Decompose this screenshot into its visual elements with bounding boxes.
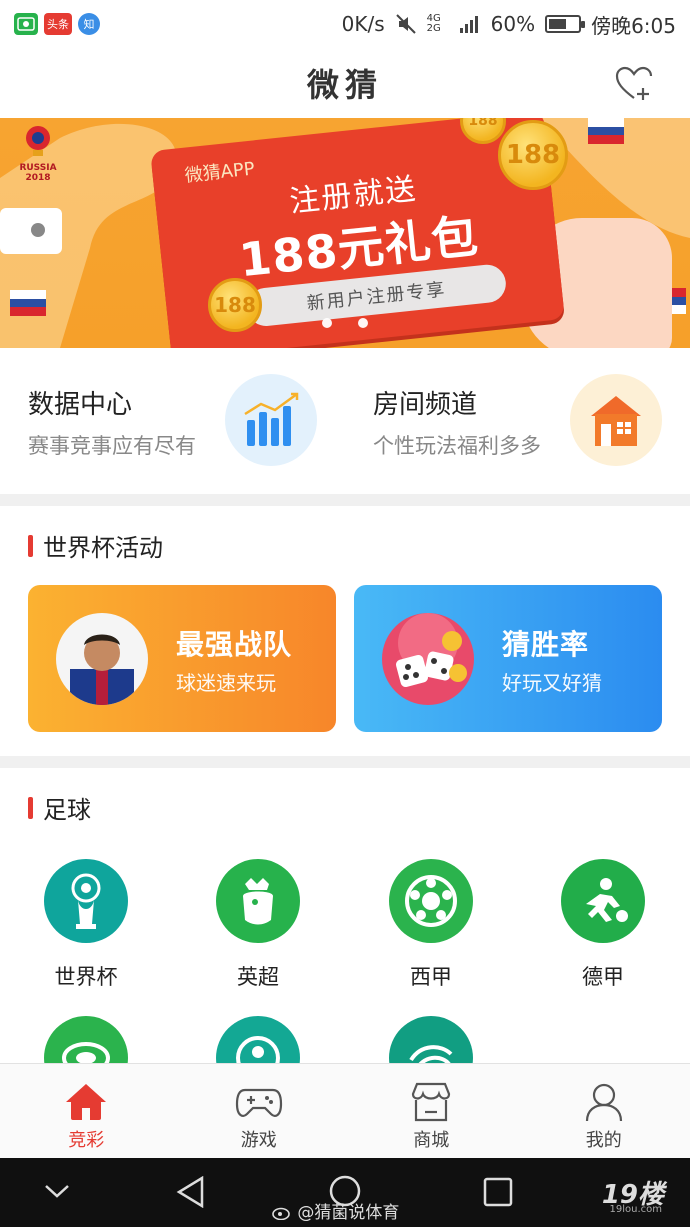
flag-icon <box>588 118 624 144</box>
home-icon <box>66 1084 107 1120</box>
nav-tab-lottery[interactable]: 竞彩 <box>0 1064 173 1158</box>
weibo-icon <box>272 1207 290 1221</box>
league-worldcup[interactable]: 世界杯 <box>0 859 172 991</box>
section-divider <box>0 494 690 506</box>
net-speed: 0K/s <box>341 12 385 36</box>
section-divider <box>0 756 690 768</box>
favorite-add-icon[interactable] <box>614 64 654 104</box>
recent-apps-icon[interactable] <box>483 1177 513 1207</box>
league-label: 英超 <box>237 965 279 989</box>
league-laliga[interactable]: 西甲 <box>345 859 517 991</box>
section-marker <box>28 796 33 819</box>
nav-label: 竞彩 <box>68 1130 105 1151</box>
back-icon[interactable] <box>176 1176 206 1208</box>
card-subtitle: 球迷速来玩 <box>176 671 276 695</box>
quick-entry-subtitle: 个性玩法福利多多 <box>373 434 541 458</box>
pager-dot[interactable] <box>358 318 368 328</box>
clock: 傍晚6:05 <box>591 13 676 38</box>
toutiao-icon: 头条 <box>44 13 72 35</box>
data-center-entry[interactable]: 数据中心 赛事竞事应有尽有 <box>0 348 345 494</box>
system-navigation-bar: @猜菌说体育 19楼 19lou.com <box>0 1158 690 1227</box>
promo-banner[interactable]: RUSSIA 2018 微猜APP 注册就送 188元礼包 新用户注册专享 18… <box>0 118 690 348</box>
card-subtitle: 好玩又好猜 <box>502 671 602 695</box>
win-rate-guess-card[interactable]: 猜胜率 好玩又好猜 <box>354 585 662 732</box>
watermark-text: @猜菌说体育 <box>272 1198 399 1223</box>
dice-avatar <box>382 613 474 705</box>
room-channel-entry[interactable]: 房间频道 个性玩法福利多多 <box>345 348 690 494</box>
bar-chart-icon <box>225 374 317 466</box>
bundesliga-icon <box>561 859 645 943</box>
status-bar: 头条 知 0K/s 4G 2G 60% 傍晚6:05 <box>0 0 690 48</box>
league-bundesliga[interactable]: 德甲 <box>517 859 689 991</box>
nav-tab-games[interactable]: 游戏 <box>173 1064 346 1158</box>
nav-label: 我的 <box>585 1130 622 1151</box>
nav-label: 游戏 <box>240 1130 277 1151</box>
banner-pager[interactable] <box>0 318 690 328</box>
bottom-navigation: 竞彩 游戏 商城 我的 <box>0 1063 690 1158</box>
mute-icon <box>395 14 416 34</box>
quick-entry-title: 数据中心 <box>28 390 133 420</box>
card-title: 猜胜率 <box>502 628 590 661</box>
network-type: 4G 2G <box>426 13 441 34</box>
world-cup-icon <box>44 859 128 943</box>
worldcup-text: RUSSIA 2018 <box>19 163 57 183</box>
premier-league-icon <box>216 859 300 943</box>
quick-entry-title: 房间频道 <box>373 390 478 420</box>
app-notification-icon <box>14 13 38 35</box>
shop-icon <box>412 1082 451 1122</box>
status-notifications: 头条 知 <box>14 13 100 35</box>
russia-flag-icon <box>10 290 46 316</box>
section-marker <box>28 534 33 557</box>
league-label: 世界杯 <box>54 965 118 989</box>
section-title: 世界杯活动 <box>43 534 163 562</box>
worldcup-section-header: 世界杯活动 <box>28 528 163 563</box>
football-section-header: 足球 <box>28 790 91 825</box>
nav-tab-profile[interactable]: 我的 <box>518 1064 690 1158</box>
gamepad-icon <box>235 1088 282 1117</box>
card-title: 最强战队 <box>176 628 293 661</box>
battery-icon <box>545 15 586 33</box>
section-title: 足球 <box>43 796 91 824</box>
zhihu-icon: 知 <box>78 13 100 35</box>
strongest-team-card[interactable]: 最强战队 球迷速来玩 <box>28 585 336 732</box>
league-premier[interactable]: 英超 <box>172 859 344 991</box>
page-title: 微猜 <box>306 66 383 104</box>
battery-percent: 60% <box>490 12 536 36</box>
quick-entry-subtitle: 赛事竞事应有尽有 <box>28 434 196 458</box>
player-avatar <box>56 613 148 705</box>
house-icon <box>570 374 662 466</box>
quick-entries: 数据中心 赛事竞事应有尽有 房间频道 个性玩法福利多多 <box>0 348 690 494</box>
league-label: 西甲 <box>410 965 452 989</box>
coin-icon: 188 <box>498 120 568 190</box>
signal-icon <box>459 16 478 33</box>
watermark-label: @猜菌说体育 <box>297 1203 400 1223</box>
pager-dot[interactable] <box>322 318 332 328</box>
la-liga-icon <box>389 859 473 943</box>
user-icon <box>585 1083 622 1122</box>
nav-label: 商城 <box>413 1130 450 1151</box>
site-logo-url: 19lou.com <box>609 1204 663 1215</box>
title-bar: 微猜 <box>0 48 690 118</box>
league-label: 德甲 <box>582 965 624 989</box>
pager-dot-active[interactable] <box>340 318 350 328</box>
worldcup-logo: RUSSIA 2018 <box>8 124 68 183</box>
nav-tab-shop[interactable]: 商城 <box>345 1064 518 1158</box>
chevron-down-icon[interactable] <box>44 1182 70 1200</box>
